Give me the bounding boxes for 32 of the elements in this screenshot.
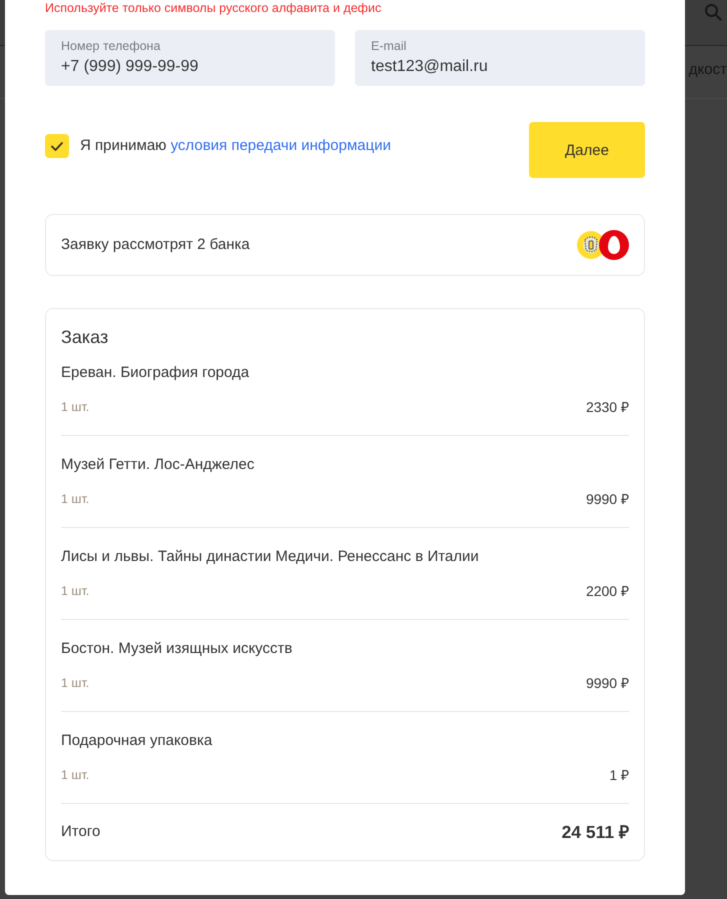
input-field[interactable]: E-mail test123@mail.ru (355, 30, 645, 86)
item-price: 9990 ₽ (586, 490, 629, 509)
check-icon (51, 142, 63, 150)
item-quantity: 1 шт. (61, 767, 90, 783)
input-field[interactable]: Номер телефона +7 (999) 999-99-99 (45, 30, 335, 86)
item-quantity: 1 шт. (61, 583, 90, 599)
item-price: 2200 ₽ (586, 582, 629, 601)
item-price: 1 ₽ (609, 766, 629, 785)
checkbox[interactable] (45, 134, 69, 158)
next-button[interactable]: Далее (529, 122, 645, 178)
item-name: Подарочная упаковка (61, 731, 214, 751)
validation-message: Используйте только символы русского алфавита и дефис (45, 0, 382, 16)
item-name: Музей Гетти. Лос-Анджелес (61, 455, 256, 475)
total-label: Итого (61, 822, 100, 842)
item-quantity: 1 шт. (61, 491, 90, 507)
field-value: test123@mail.ru (371, 57, 488, 77)
item-price: 2330 ₽ (586, 398, 629, 417)
consent-text: Я принимаю условия передачи информации (80, 136, 391, 156)
item-quantity: 1 шт. (61, 399, 90, 415)
egg-logo-icon (599, 230, 629, 260)
item-name: Ереван. Биография города (61, 363, 250, 383)
item-name: Лисы и львы. Тайны династии Медичи. Ренессанс в Италии (61, 547, 480, 567)
field-label: Номер телефона (61, 39, 160, 53)
banks-note: Заявку рассмотрят 2 банка (61, 235, 250, 255)
terms-link[interactable]: условия передачи информации (170, 137, 391, 154)
field-label: E-mail (371, 39, 406, 53)
item-name: Бостон. Музей изящных искусств (61, 639, 294, 659)
field-value: +7 (999) 999-99-99 (61, 57, 198, 77)
item-quantity: 1 шт. (61, 675, 90, 691)
order-title: Заказ (61, 326, 110, 349)
total-amount: 24 511 ₽ (562, 821, 629, 843)
item-price: 9990 ₽ (586, 674, 629, 693)
